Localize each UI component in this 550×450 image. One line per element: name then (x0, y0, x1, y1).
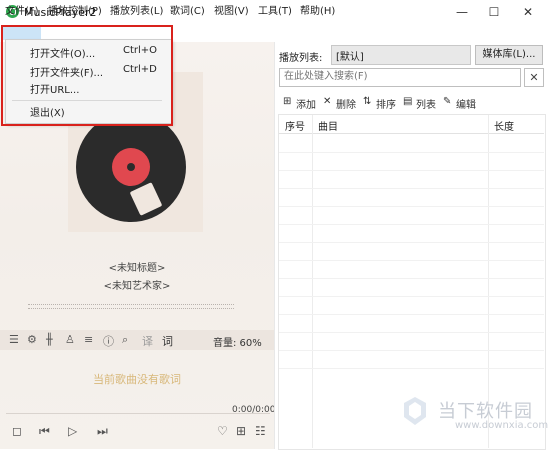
heart-icon[interactable]: ♡ (217, 424, 228, 438)
playlist-label: 播放列表: (279, 53, 323, 64)
next-icon[interactable]: ⏭ (97, 424, 108, 439)
lyrics-placeholder: 当前歌曲没有歌词 (93, 373, 181, 386)
delete-icon[interactable]: ✕ (323, 96, 331, 107)
shirt-icon[interactable]: ♙ (65, 333, 75, 346)
previous-icon[interactable]: ⏮ (39, 424, 50, 439)
list-icon[interactable]: ☰ (9, 333, 19, 346)
stop-icon[interactable]: ◻ (12, 424, 22, 438)
progress-bar[interactable] (6, 413, 270, 414)
menu-tools[interactable]: 工具(T) (258, 2, 292, 17)
table-row (279, 152, 544, 153)
menu-playlist[interactable]: 播放列表(L) (110, 2, 163, 17)
column-length[interactable]: 长度 (494, 118, 514, 133)
menu-icon[interactable]: ≡ (84, 333, 93, 346)
column-divider (312, 115, 313, 448)
edit-button[interactable]: 编辑 (456, 96, 476, 111)
sort-button[interactable]: 排序 (376, 96, 396, 111)
equalizer-icon[interactable]: ╫ (46, 333, 53, 346)
list-icon[interactable]: ▤ (403, 96, 412, 107)
song-title: <未知标题> (108, 263, 166, 274)
table-row (279, 224, 544, 225)
delete-button[interactable]: 删除 (336, 96, 356, 111)
close-button[interactable]: ✕ (513, 3, 543, 21)
translate-icon[interactable]: 译 (142, 333, 153, 349)
menu-view[interactable]: 视图(V) (214, 2, 249, 17)
search-box[interactable] (279, 68, 521, 87)
table-row (279, 296, 544, 297)
edit-icon[interactable]: ✎ (443, 96, 451, 107)
info-icon[interactable]: ⓘ (103, 333, 114, 349)
record-hole (127, 163, 135, 171)
playlist-current: [默认] (336, 52, 364, 63)
sort-icon[interactable]: ⇅ (363, 96, 371, 107)
table-row (279, 350, 544, 351)
table-row (279, 188, 544, 189)
menu-file[interactable]: 文件(F) (5, 2, 39, 17)
highlight-frame (1, 25, 173, 126)
column-track[interactable]: 曲目 (318, 118, 338, 133)
menu-playback[interactable]: 播放控制(P) (48, 2, 102, 17)
volume-label[interactable]: 音量: 60% (213, 334, 262, 349)
search-icon[interactable]: ⌕ (122, 333, 128, 347)
column-index[interactable]: 序号 (285, 118, 305, 133)
gear-icon[interactable]: ⚙ (27, 333, 37, 346)
add-button[interactable]: 添加 (296, 96, 316, 111)
table-row (279, 368, 544, 369)
table-row (279, 242, 544, 243)
table-row (279, 206, 544, 207)
watermark-url: www.downxia.com (455, 420, 549, 431)
maximize-button[interactable]: ☐ (479, 3, 509, 21)
table-row (279, 314, 544, 315)
list-button[interactable]: 列表 (416, 96, 436, 111)
menu-lyrics[interactable]: 歌词(C) (170, 2, 205, 17)
menu-help[interactable]: 帮助(H) (300, 2, 335, 17)
spectrum-bar (28, 304, 234, 309)
add-icon[interactable]: ⊞ (283, 96, 291, 107)
media-library-button[interactable]: 媒体库(L)... (475, 45, 543, 65)
clear-search-button[interactable]: ✕ (524, 68, 544, 87)
grid-icon[interactable]: ⊞ (236, 424, 246, 438)
table-row (279, 170, 544, 171)
minimize-button[interactable]: — (447, 3, 477, 21)
table-row (279, 260, 544, 261)
song-artist: <未知艺术家> (103, 281, 171, 292)
lyrics-icon[interactable]: 词 (162, 333, 173, 349)
table-row (279, 332, 544, 333)
watermark-logo (404, 397, 426, 425)
search-input[interactable] (280, 69, 520, 84)
playlist-icon[interactable]: ☷ (255, 424, 266, 438)
table-row (279, 278, 544, 279)
play-icon[interactable]: ▷ (68, 424, 77, 438)
